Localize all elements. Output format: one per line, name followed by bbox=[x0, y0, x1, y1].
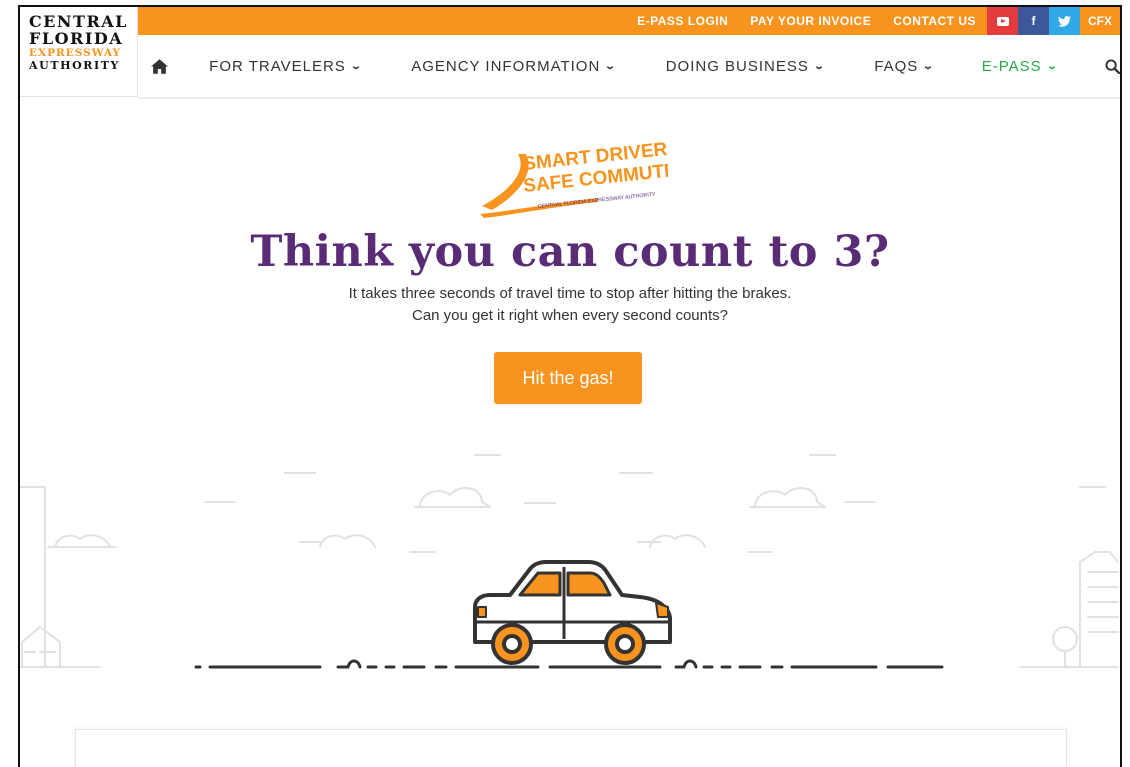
nav-for-travelers-label: FOR TRAVELERS bbox=[209, 57, 346, 75]
search-icon[interactable] bbox=[1105, 58, 1120, 74]
building-icon bbox=[1019, 551, 1119, 668]
road-icon bbox=[194, 659, 944, 669]
cloud-icon bbox=[414, 486, 491, 508]
nav-doing-business-label: DOING BUSINESS bbox=[665, 57, 809, 75]
hit-the-gas-button[interactable]: Hit the gas! bbox=[494, 352, 642, 404]
chevron-down-icon: ⌄ bbox=[813, 60, 827, 72]
car-icon bbox=[473, 560, 672, 665]
cloud-icon bbox=[749, 486, 826, 508]
twitter-icon[interactable] bbox=[1049, 7, 1080, 35]
logo-line-central: CENTRAL bbox=[29, 12, 128, 31]
chevron-down-icon: ⌄ bbox=[1045, 60, 1059, 72]
facebook-icon[interactable]: f bbox=[1018, 7, 1049, 35]
main-nav: FOR TRAVELERS ⌄ AGENCY INFORMATION ⌄ DOI… bbox=[138, 35, 1120, 99]
logo-line-expressway: EXPRESSWAY bbox=[29, 47, 121, 59]
cloud-icon bbox=[47, 534, 117, 548]
hero-subtext-2: Can you get it right when every second c… bbox=[411, 307, 729, 324]
browser-frame: CENTRAL FLORIDA EXPRESSWAY AUTHORITY E-P… bbox=[18, 5, 1122, 767]
youtube-icon[interactable] bbox=[987, 7, 1018, 35]
utility-bar: E-PASS LOGIN PAY YOUR INVOICE CONTACT US… bbox=[138, 7, 1120, 35]
nav-doing-business[interactable]: DOING BUSINESS ⌄ bbox=[666, 58, 825, 75]
contact-us-link[interactable]: CONTACT US bbox=[882, 14, 987, 28]
chevron-down-icon: ⌄ bbox=[604, 60, 618, 72]
smart-drivers-logo: SMART DRIVERS. SAFE COMMUTE. CENTRAL FLO… bbox=[480, 142, 668, 218]
cfx-logo[interactable]: CENTRAL FLORIDA EXPRESSWAY AUTHORITY bbox=[20, 7, 138, 97]
hero-headline: Think you can count to 3? bbox=[250, 227, 890, 277]
cloud-icon bbox=[319, 534, 376, 548]
cfx-link[interactable]: CFX bbox=[1080, 7, 1120, 35]
nav-faqs-label: FAQS bbox=[874, 57, 919, 75]
nav-epass[interactable]: E-PASS ⌄ bbox=[981, 57, 1059, 75]
nav-for-travelers[interactable]: FOR TRAVELERS ⌄ bbox=[209, 58, 361, 75]
nav-agency-information-label: AGENCY INFORMATION bbox=[411, 57, 601, 75]
nav-epass-label: E-PASS bbox=[981, 57, 1042, 75]
road-swoosh-icon bbox=[482, 154, 529, 210]
epass-login-link[interactable]: E-PASS LOGIN bbox=[626, 14, 739, 28]
building-icon bbox=[20, 486, 101, 668]
hero-subtext-1: It takes three seconds of travel time to… bbox=[348, 285, 792, 302]
chevron-down-icon: ⌄ bbox=[922, 60, 936, 72]
nav-agency-information[interactable]: AGENCY INFORMATION ⌄ bbox=[411, 58, 616, 75]
badge-line-3: CENTRAL FLORIDA EXPRESSWAY AUTHORITY bbox=[538, 192, 657, 210]
logo-line-authority: AUTHORITY bbox=[29, 59, 121, 72]
nav-faqs[interactable]: FAQS ⌄ bbox=[874, 57, 936, 75]
pay-invoice-link[interactable]: PAY YOUR INVOICE bbox=[739, 14, 882, 28]
logo-line-florida: FLORIDA bbox=[29, 29, 124, 48]
chevron-down-icon: ⌄ bbox=[349, 60, 364, 72]
home-icon[interactable] bbox=[148, 58, 171, 74]
content-card bbox=[75, 729, 1067, 767]
road-scene-illustration bbox=[20, 454, 1119, 669]
